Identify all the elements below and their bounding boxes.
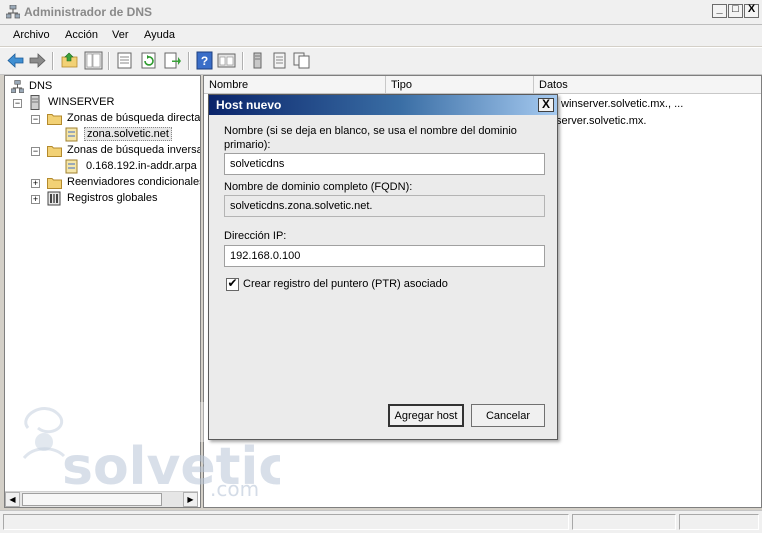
console-tree: DNS − WINSERVER − Zonas de búsqueda dire… [4, 75, 201, 508]
tree-label-dns: DNS [29, 80, 53, 92]
collapse-icon[interactable]: − [31, 147, 40, 156]
tree-label-global-logs: Registros globales [67, 192, 158, 204]
close-icon: X [541, 97, 550, 111]
logs-icon [47, 191, 61, 206]
list-cell-data: server.solvetic.mx. [556, 115, 647, 127]
tree-horizontal-scrollbar[interactable]: ◀ ▶ [5, 491, 198, 507]
close-button[interactable]: X [744, 3, 759, 18]
menu-archivo[interactable]: Archivo [13, 29, 50, 41]
tree-item-reverse-zone[interactable]: 0.168.192.in-addr.arpa [5, 159, 200, 175]
refresh-icon[interactable] [139, 51, 158, 70]
tree-item-reverse-zones[interactable]: − Zonas de búsqueda inversa [5, 143, 200, 159]
menu-ayuda[interactable]: Ayuda [144, 29, 175, 41]
dns-manager-icon [6, 5, 20, 19]
ptr-checkbox-label[interactable]: Crear registro del puntero (PTR) asociad… [243, 277, 448, 291]
fqdn-field: solveticdns.zona.solvetic.net. [224, 195, 545, 217]
minimize-button[interactable]: _ [712, 3, 727, 18]
folder-icon [47, 114, 62, 125]
maximize-button[interactable]: □ [728, 3, 743, 18]
close-icon: X [747, 3, 756, 15]
help-icon[interactable]: ? [195, 51, 214, 70]
folder-icon [47, 178, 62, 189]
ip-label: Dirección IP: [224, 230, 287, 242]
view-icon[interactable] [217, 51, 236, 70]
back-arrow-icon[interactable] [6, 51, 25, 70]
tree-item-conditional-forwarders[interactable]: + Reenviadores condicionales [5, 175, 200, 191]
list-cell-data: winserver.solvetic.mx., ... [561, 98, 684, 110]
scroll-left-icon[interactable]: ◀ [5, 492, 20, 507]
menu-bar: Archivo Acción Ver Ayuda [0, 25, 762, 46]
dns-icon [11, 80, 24, 93]
zone-file-icon [65, 159, 78, 174]
fqdn-label: Nombre de dominio completo (FQDN): [224, 181, 413, 193]
expand-icon[interactable]: + [31, 179, 40, 188]
server-icon [30, 95, 40, 110]
tree-item-forward-zones[interactable]: − Zonas de búsqueda directa [5, 111, 200, 127]
dialog-title-bar: Host nuevo [209, 95, 557, 115]
status-bar [0, 510, 762, 533]
tree-item-global-logs[interactable]: + Registros globales [5, 191, 200, 207]
folder-icon [47, 146, 62, 157]
up-folder-icon[interactable] [60, 51, 79, 70]
dialog-title: Host nuevo [216, 98, 282, 112]
name-label: Nombre (si se deja en blanco, se usa el … [224, 125, 517, 151]
status-pane [3, 514, 569, 530]
maximize-icon: □ [732, 3, 739, 15]
expand-icon[interactable]: + [31, 195, 40, 204]
dialog-close-button[interactable]: X [538, 97, 554, 112]
export-icon[interactable] [163, 51, 182, 70]
scroll-thumb[interactable] [22, 493, 162, 506]
column-header-tipo[interactable]: Tipo [386, 76, 534, 94]
server-icon[interactable] [248, 51, 267, 70]
toolbar-separator [108, 52, 110, 70]
properties-icon[interactable] [115, 51, 134, 70]
status-pane [679, 514, 759, 530]
menu-ver[interactable]: Ver [112, 29, 129, 41]
collapse-icon[interactable]: − [31, 115, 40, 124]
column-header-nombre[interactable]: Nombre [204, 76, 386, 94]
check-icon: ✔ [227, 276, 238, 290]
minimize-icon: _ [716, 3, 723, 15]
name-input[interactable]: solveticdns [224, 153, 545, 175]
tree-label-conditional-forwarders: Reenviadores condicionales [67, 176, 201, 188]
tree-item-server[interactable]: − WINSERVER [5, 95, 200, 111]
toolbar-separator [188, 52, 190, 70]
tree-label-reverse-zones: Zonas de búsqueda inversa [67, 144, 201, 156]
copy-icon[interactable] [292, 51, 311, 70]
show-tree-icon[interactable] [84, 51, 103, 70]
menu-accion[interactable]: Acción [65, 29, 98, 41]
toolbar: ? [0, 47, 762, 75]
add-host-button[interactable]: Agregar host [388, 404, 464, 427]
window-title: Administrador de DNS [24, 5, 153, 19]
tree-label-server: WINSERVER [48, 96, 115, 108]
tree-label-zone-solvetic: zona.solvetic.net [84, 127, 172, 141]
new-host-dialog: Host nuevo X Nombre (si se deja en blanc… [208, 94, 558, 440]
status-pane [572, 514, 676, 530]
collapse-icon[interactable]: − [13, 99, 22, 108]
tree-item-zone-solvetic[interactable]: zona.solvetic.net [5, 127, 200, 143]
tree-label-reverse-zone: 0.168.192.in-addr.arpa [86, 160, 197, 172]
column-header-datos[interactable]: Datos [534, 76, 761, 94]
zone-file-icon [65, 127, 78, 142]
cancel-button[interactable]: Cancelar [471, 404, 545, 427]
forward-arrow-icon[interactable] [28, 51, 47, 70]
record-icon[interactable] [270, 51, 289, 70]
svg-text:?: ? [201, 54, 208, 68]
toolbar-separator [52, 52, 54, 70]
tree-label-forward-zones: Zonas de búsqueda directa [67, 112, 201, 124]
toolbar-separator [242, 52, 244, 70]
ip-input[interactable]: 192.168.0.100 [224, 245, 545, 267]
scroll-right-icon[interactable]: ▶ [183, 492, 198, 507]
title-bar: Administrador de DNS _ □ X [0, 0, 762, 25]
ptr-checkbox[interactable]: ✔ [226, 276, 239, 291]
